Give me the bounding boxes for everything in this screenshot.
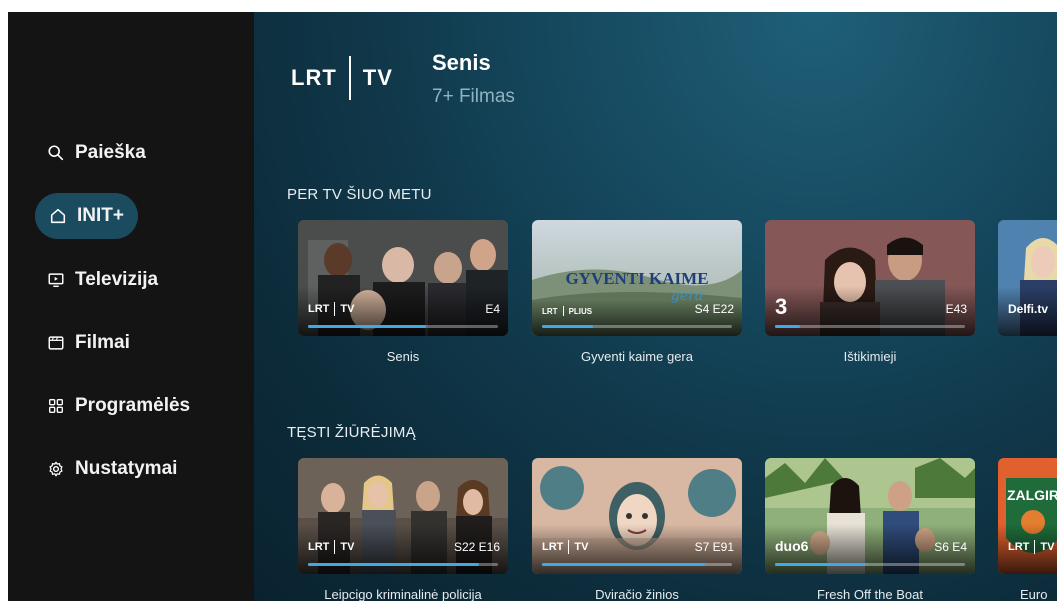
progress-fill xyxy=(542,325,594,328)
badge-left: LRT xyxy=(542,306,558,316)
episode-label: S22 E16 xyxy=(453,540,500,554)
badge-divider xyxy=(334,302,336,316)
sidebar-item-search[interactable]: Paieška xyxy=(35,130,156,176)
card-title: Gyventi kaime gera xyxy=(581,349,693,364)
sidebar-item-televizija[interactable]: Televizija xyxy=(35,257,168,303)
progress-fill xyxy=(308,325,426,328)
progress-bar xyxy=(542,325,732,328)
sidebar-item-init-plus[interactable]: INIT+ xyxy=(35,193,138,239)
badge-left: duo6 xyxy=(775,538,809,554)
badge-divider xyxy=(334,540,336,554)
home-icon xyxy=(47,205,69,227)
apps-grid-icon xyxy=(45,395,67,417)
logo-lrt-text: LRT xyxy=(291,65,337,90)
logo-divider xyxy=(348,56,351,100)
card-thumbnail: Delfi.tv xyxy=(998,220,1057,336)
card-euro[interactable]: ZALGIR LRT TV Euro xyxy=(998,458,1057,601)
badge-right: TV xyxy=(340,303,355,315)
badge-divider xyxy=(562,306,564,316)
row-title-live: PER TV ŠIUO METU xyxy=(287,186,432,203)
card-dviracio-zinios[interactable]: LRT TV S7 E91 Dviračio žinios xyxy=(532,458,742,601)
episode-label: E43 xyxy=(945,302,967,316)
card-thumbnail: 3 E43 xyxy=(765,220,975,336)
channel-badge: LRT TV xyxy=(308,302,354,316)
badge-right: TV xyxy=(340,541,355,553)
sidebar-item-label: Programėlės xyxy=(75,395,191,416)
card-thumbnail: duo6 S6 E4 xyxy=(765,458,975,574)
channel-badge: LRT TV xyxy=(1008,540,1054,554)
card-thumbnail: ZALGIR LRT TV xyxy=(998,458,1057,574)
card-leipcigo-kriminaline-policija[interactable]: LRT TV S22 E16 Leipcigo kriminalinė poli… xyxy=(298,458,508,601)
progress-bar xyxy=(308,325,498,328)
card-title: Fresh Off the Boat xyxy=(817,587,923,601)
sidebar-item-label: Paieška xyxy=(75,142,146,163)
sidebar-item-filmai[interactable]: Filmai xyxy=(35,320,140,366)
now-playing-title: Senis xyxy=(432,50,491,75)
card-title: Leipcigo kriminalinė policija xyxy=(324,587,482,601)
row-title-continue: TĘSTI ŽIŪRĖJIMĄ xyxy=(287,424,416,441)
badge-left: LRT xyxy=(308,303,330,315)
now-playing-subtitle: 7+ Filmas xyxy=(432,86,515,107)
card-thumbnail: LRT TV S7 E91 xyxy=(532,458,742,574)
gear-icon xyxy=(45,458,67,480)
film-icon xyxy=(45,332,67,354)
card-thumbnail: LRT TV S22 E16 xyxy=(298,458,508,574)
progress-bar xyxy=(775,563,965,566)
sidebar-item-label: Televizija xyxy=(75,269,159,290)
badge-divider xyxy=(568,540,570,554)
channel-logo: LRT TV xyxy=(291,56,393,100)
channel-badge: 3 xyxy=(775,294,787,320)
card-title: Dviračio žinios xyxy=(595,587,679,601)
badge-left: LRT xyxy=(542,541,564,553)
channel-badge: LRT TV xyxy=(542,540,588,554)
sidebar-item-label: INIT+ xyxy=(77,205,124,226)
episode-label: S6 E4 xyxy=(934,540,967,554)
sidebar-item-label: Filmai xyxy=(75,332,130,353)
sidebar: Paieška INIT+ Televizija Filmai Programė xyxy=(8,12,254,601)
badge-right: PLIUS xyxy=(568,306,593,316)
progress-bar xyxy=(308,563,498,566)
sidebar-item-nustatymai[interactable]: Nustatymai xyxy=(35,446,187,492)
card-delfi-tv[interactable]: Delfi.tv xyxy=(998,220,1057,349)
card-title: Ištikimieji xyxy=(843,349,897,364)
progress-bar xyxy=(775,325,965,328)
channel-badge: duo6 xyxy=(775,538,808,554)
sidebar-item-label: Nustatymai xyxy=(75,458,178,479)
card-gyventi-kaime-gera[interactable]: GYVENTI KAIME gera LRT PLIUS S4 E22 Gyve… xyxy=(532,220,742,364)
logo-tv-text: TV xyxy=(362,65,393,90)
thumbnail-shade xyxy=(765,286,975,336)
episode-label: E4 xyxy=(485,302,500,316)
card-senis[interactable]: LRT TV E4 Senis xyxy=(298,220,508,364)
channel-badge: Delfi.tv xyxy=(1008,302,1048,316)
badge-left: LRT xyxy=(1008,541,1030,553)
card-istikimieji[interactable]: 3 E43 Ištikimieji xyxy=(765,220,975,364)
art-title: ZALGIR xyxy=(1007,487,1057,503)
card-title: Euro xyxy=(1020,587,1048,601)
tv-icon xyxy=(45,269,67,291)
progress-fill xyxy=(775,563,867,566)
badge-left: 3 xyxy=(775,294,788,319)
badge-left: LRT xyxy=(308,541,330,553)
channel-badge: LRT TV xyxy=(308,540,354,554)
badge-divider xyxy=(1034,540,1036,554)
tv-screen: Paieška INIT+ Televizija Filmai Programė xyxy=(8,12,1057,601)
progress-fill xyxy=(308,563,479,566)
card-fresh-off-the-boat[interactable]: duo6 S6 E4 Fresh Off the Boat xyxy=(765,458,975,601)
episode-label: S4 E22 xyxy=(694,302,734,316)
badge-right: TV xyxy=(1040,541,1055,553)
card-thumbnail: LRT TV E4 xyxy=(298,220,508,336)
search-icon xyxy=(45,142,67,164)
badge-right: TV xyxy=(574,541,589,553)
progress-bar xyxy=(542,563,732,566)
sidebar-item-programeles[interactable]: Programėlės xyxy=(35,383,200,429)
channel-badge: LRT PLIUS xyxy=(542,306,592,316)
episode-label: S7 E91 xyxy=(694,540,734,554)
card-thumbnail: GYVENTI KAIME gera LRT PLIUS S4 E22 xyxy=(532,220,742,336)
progress-fill xyxy=(775,325,800,328)
art-title: GYVENTI KAIME xyxy=(565,269,708,288)
progress-fill xyxy=(542,563,706,566)
badge-left: Delfi.tv xyxy=(1008,302,1049,316)
card-title: Senis xyxy=(386,349,420,364)
main-content: LRT TV Senis 7+ Filmas PER TV ŠIUO METU xyxy=(254,12,1057,601)
